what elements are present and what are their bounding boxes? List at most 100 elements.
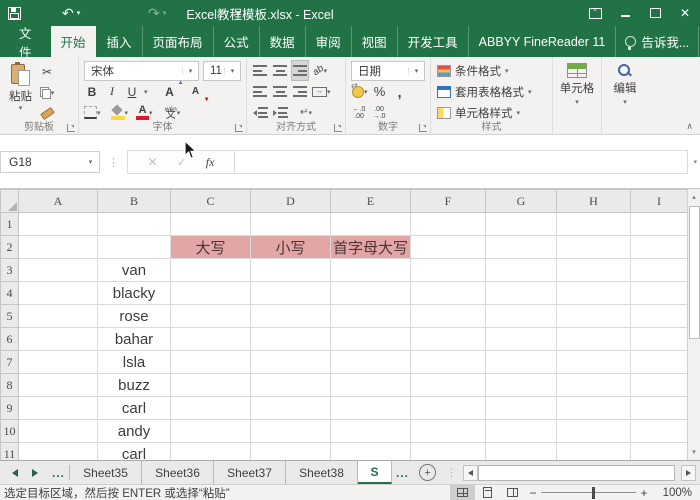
cell-I8[interactable]	[631, 374, 688, 397]
insert-function-button[interactable]: fx	[206, 155, 215, 170]
orientation-button[interactable]: ab▾	[312, 61, 328, 80]
cell-B4[interactable]: blacky	[98, 282, 171, 305]
cell-A3[interactable]	[19, 259, 98, 282]
cell-B2[interactable]	[98, 236, 171, 259]
cell-F1[interactable]	[411, 213, 486, 236]
cell-D1[interactable]	[251, 213, 331, 236]
cell-I1[interactable]	[631, 213, 688, 236]
cell-C4[interactable]	[171, 282, 251, 305]
cell-H5[interactable]	[557, 305, 631, 328]
cell-H11[interactable]	[557, 443, 631, 461]
align-left-button[interactable]	[252, 82, 268, 101]
sheet-tab-sheet37[interactable]: Sheet37	[214, 461, 286, 484]
name-box[interactable]: G18 ▾	[0, 151, 100, 173]
row-header-8[interactable]: 8	[1, 374, 19, 397]
tab-开始[interactable]: 开始	[51, 26, 96, 57]
view-normal-button[interactable]	[450, 485, 475, 500]
row-header-11[interactable]: 11	[1, 443, 19, 461]
tell-me-button[interactable]: 告诉我...	[615, 26, 698, 57]
cell-A1[interactable]	[19, 213, 98, 236]
cell-G11[interactable]	[486, 443, 557, 461]
cell-G9[interactable]	[486, 397, 557, 420]
scroll-sheets-left-button[interactable]	[12, 469, 18, 477]
cell-I4[interactable]	[631, 282, 688, 305]
cell-H2[interactable]	[557, 236, 631, 259]
vertical-scrollbar-thumb[interactable]	[689, 206, 700, 339]
cell-D3[interactable]	[251, 259, 331, 282]
column-header-F[interactable]: F	[411, 190, 486, 213]
tab-视图[interactable]: 视图	[351, 26, 397, 57]
tab-页面布局[interactable]: 页面布局	[142, 26, 213, 57]
align-center-button[interactable]	[272, 82, 288, 101]
row-header-10[interactable]: 10	[1, 420, 19, 443]
underline-caret-icon[interactable]: ▾	[144, 88, 148, 96]
formula-bar-grip[interactable]: ⋮	[108, 156, 119, 169]
cell-H4[interactable]	[557, 282, 631, 305]
align-right-button[interactable]	[292, 82, 308, 101]
collapse-ribbon-button[interactable]: ∧	[686, 121, 693, 132]
cell-C5[interactable]	[171, 305, 251, 328]
cell-A5[interactable]	[19, 305, 98, 328]
cell-C7[interactable]	[171, 351, 251, 374]
cell-E7[interactable]	[331, 351, 411, 374]
cell-E3[interactable]	[331, 259, 411, 282]
cell-B8[interactable]: buzz	[98, 374, 171, 397]
cell-I7[interactable]	[631, 351, 688, 374]
cell-F9[interactable]	[411, 397, 486, 420]
select-all-corner[interactable]	[1, 190, 19, 213]
cell-G5[interactable]	[486, 305, 557, 328]
tab-ABBYY FineReader 11[interactable]: ABBYY FineReader 11	[468, 26, 616, 57]
tab-数据[interactable]: 数据	[259, 26, 305, 57]
sheets-overflow-left[interactable]: ...	[48, 461, 69, 484]
row-header-9[interactable]: 9	[1, 397, 19, 420]
cell-G4[interactable]	[486, 282, 557, 305]
cell-I6[interactable]	[631, 328, 688, 351]
cell-D6[interactable]	[251, 328, 331, 351]
scroll-down-icon[interactable]: ▾	[688, 444, 700, 460]
cell-H7[interactable]	[557, 351, 631, 374]
cell-D11[interactable]	[251, 443, 331, 461]
sheets-overflow-right[interactable]: ...	[392, 461, 413, 484]
name-box-caret-icon[interactable]: ▾	[82, 158, 99, 166]
horizontal-scrollbar[interactable]	[463, 464, 696, 481]
italic-button[interactable]: I	[104, 82, 120, 101]
tabbar-grip[interactable]: ⋮	[446, 466, 457, 479]
align-top-button[interactable]	[252, 61, 268, 80]
tab-插入[interactable]: 插入	[96, 26, 142, 57]
cell-D5[interactable]	[251, 305, 331, 328]
cell-C1[interactable]	[171, 213, 251, 236]
cell-F4[interactable]	[411, 282, 486, 305]
cell-G7[interactable]	[486, 351, 557, 374]
cell-F3[interactable]	[411, 259, 486, 282]
cell-H9[interactable]	[557, 397, 631, 420]
cell-C8[interactable]	[171, 374, 251, 397]
cell-C10[interactable]	[171, 420, 251, 443]
cell-A2[interactable]	[19, 236, 98, 259]
comma-button[interactable]: ,	[392, 82, 408, 101]
cell-F6[interactable]	[411, 328, 486, 351]
cell-E6[interactable]	[331, 328, 411, 351]
ribbon-display-options-button[interactable]: ˄	[580, 0, 610, 26]
cell-A10[interactable]	[19, 420, 98, 443]
cell-I9[interactable]	[631, 397, 688, 420]
cell-C2[interactable]: 大写	[171, 236, 251, 259]
accounting-format-button[interactable]: ▾	[351, 82, 368, 101]
sheet-tab-sheet35[interactable]: Sheet35	[70, 461, 142, 484]
cell-E8[interactable]	[331, 374, 411, 397]
cell-A6[interactable]	[19, 328, 98, 351]
cell-C11[interactable]	[171, 443, 251, 461]
cell-F5[interactable]	[411, 305, 486, 328]
cancel-button[interactable]: ✕	[148, 155, 158, 169]
cells-button[interactable]: 单元格 ▾	[555, 60, 599, 106]
copy-button[interactable]: ▾	[39, 83, 55, 102]
sheet-tab-sheet36[interactable]: Sheet36	[142, 461, 214, 484]
scroll-left-button[interactable]	[463, 465, 478, 481]
merge-center-button[interactable]: ↔▾	[312, 82, 331, 101]
cell-E2[interactable]: 首字母大写	[331, 236, 411, 259]
cell-H8[interactable]	[557, 374, 631, 397]
cell-D8[interactable]	[251, 374, 331, 397]
cell-C3[interactable]	[171, 259, 251, 282]
cell-A8[interactable]	[19, 374, 98, 397]
view-page-break-button[interactable]	[500, 485, 525, 500]
active-sheet-tab[interactable]: S	[358, 461, 392, 484]
